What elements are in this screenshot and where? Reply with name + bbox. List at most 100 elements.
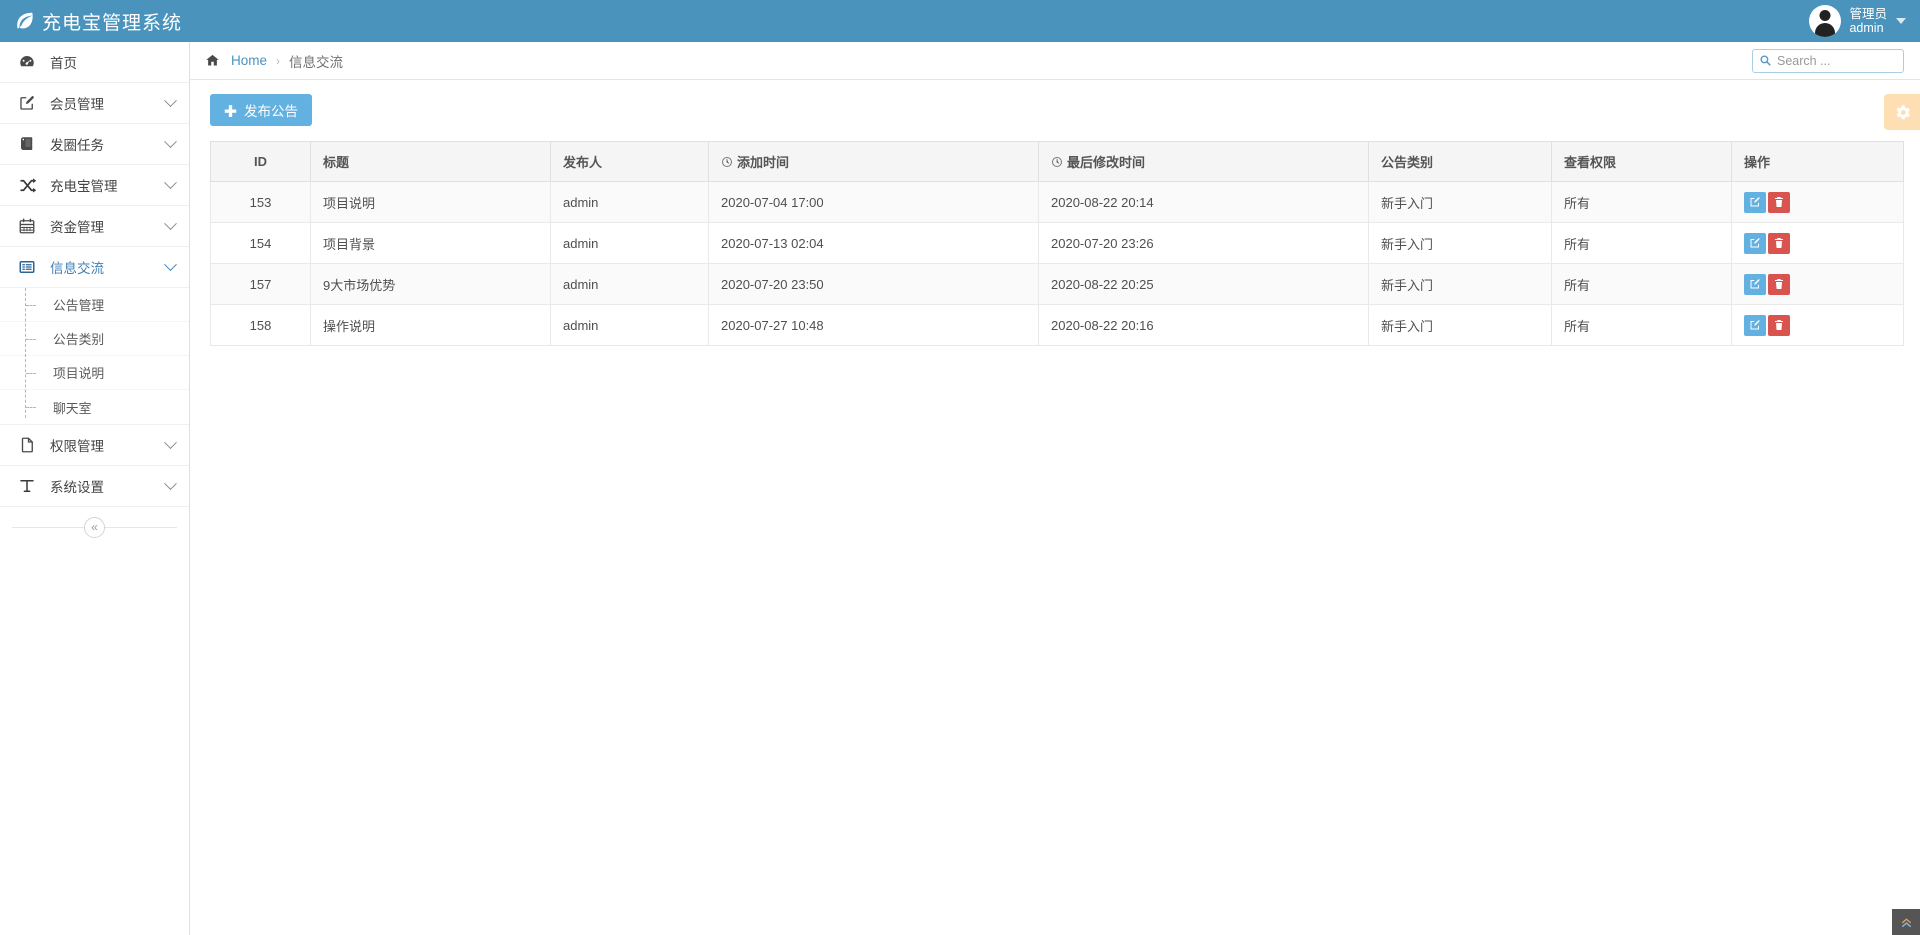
publish-announcement-button[interactable]: ✚ 发布公告 [210,94,312,126]
chevron-down-icon[interactable] [164,94,177,107]
search-input[interactable] [1777,54,1897,68]
delete-row-button[interactable] [1768,274,1790,295]
edit-square-icon [16,93,38,113]
breadcrumb-bar: Home › 信息交流 [190,42,1920,80]
cell-actions [1732,223,1904,264]
main-content: Home › 信息交流 ✚ 发布公告 [190,42,1920,935]
sidebar-subitem-announcement-category[interactable]: 公告类别 [0,322,189,356]
cell-title: 项目背景 [311,223,551,264]
book-icon [16,134,38,154]
cell-category: 新手入门 [1369,305,1552,346]
column-header-label: 添加时间 [737,155,789,170]
trash-icon [1773,196,1785,208]
sidebar-subitem-announcement-management[interactable]: 公告管理 [0,288,189,322]
chevron-down-icon[interactable] [164,436,177,449]
calendar-icon [16,216,38,236]
breadcrumb-current: 信息交流 [289,51,343,71]
trash-icon [1773,278,1785,290]
column-header-category[interactable]: 公告类别 [1369,142,1552,182]
publish-button-label: 发布公告 [244,100,298,120]
chevron-down-icon[interactable] [164,258,177,271]
edit-row-button[interactable] [1744,274,1766,295]
sidebar-item-powerbank-management[interactable]: 充电宝管理 [0,165,189,206]
delete-row-button[interactable] [1768,192,1790,213]
trash-icon [1773,237,1785,249]
user-role: 管理员 [1849,7,1887,21]
chevron-down-icon[interactable] [164,477,177,490]
user-name: admin [1849,21,1887,35]
sidebar-item-fund-management[interactable]: 资金管理 [0,206,189,247]
user-menu[interactable]: 管理员 admin [1799,0,1920,42]
column-header-author[interactable]: 发布人 [551,142,709,182]
header-spacer [190,0,1799,42]
edit-row-button[interactable] [1744,233,1766,254]
chevron-down-icon[interactable] [164,217,177,230]
sidebar-item-label: 信息交流 [50,257,166,277]
content-area: ✚ 发布公告 ID 标题 发布人 [190,80,1920,346]
column-header-added-time[interactable]: 添加时间 [709,142,1039,182]
edit-icon [1749,319,1761,331]
cell-category: 新手入门 [1369,264,1552,305]
edit-icon [1749,278,1761,290]
column-header-modified-time[interactable]: 最后修改时间 [1039,142,1369,182]
table-row[interactable]: 154 项目背景 admin 2020-07-13 02:04 2020-07-… [211,223,1904,264]
table-row[interactable]: 153 项目说明 admin 2020-07-04 17:00 2020-08-… [211,182,1904,223]
column-header-id[interactable]: ID [211,142,311,182]
sidebar-subitem-label: 公告管理 [53,295,104,314]
table-row[interactable]: 158 操作说明 admin 2020-07-27 10:48 2020-08-… [211,305,1904,346]
clock-icon [1051,155,1063,170]
search-icon [1759,54,1772,67]
cell-modified: 2020-07-20 23:26 [1039,223,1369,264]
clock-icon [721,155,733,170]
app-title: 充电宝管理系统 [42,8,182,35]
cell-title: 项目说明 [311,182,551,223]
delete-row-button[interactable] [1768,233,1790,254]
cell-modified: 2020-08-22 20:25 [1039,264,1369,305]
sidebar-item-system-settings[interactable]: 系统设置 [0,466,189,507]
chevron-down-icon[interactable] [164,135,177,148]
sidebar-subitem-chatroom[interactable]: 聊天室 [0,390,189,424]
sidebar-item-member-management[interactable]: 会员管理 [0,83,189,124]
sidebar-subitem-label: 聊天室 [53,398,91,417]
file-icon [16,435,38,455]
sidebar-item-label: 充电宝管理 [50,175,166,195]
edit-row-button[interactable] [1744,315,1766,336]
column-header-actions: 操作 [1732,142,1904,182]
sidebar-item-post-task[interactable]: 发圈任务 [0,124,189,165]
cell-permission: 所有 [1552,223,1732,264]
cell-author: admin [551,182,709,223]
cell-actions [1732,305,1904,346]
cell-category: 新手入门 [1369,223,1552,264]
shuffle-icon [16,175,38,195]
table-head: ID 标题 发布人 添加时间 [211,142,1904,182]
settings-panel-toggle[interactable] [1884,94,1920,130]
chevron-down-icon[interactable] [164,176,177,189]
edit-row-button[interactable] [1744,192,1766,213]
announcements-table-wrap: ID 标题 发布人 添加时间 [210,141,1904,346]
column-header-permission[interactable]: 查看权限 [1552,142,1732,182]
sidebar-item-label: 资金管理 [50,216,166,236]
column-header-label: 最后修改时间 [1067,155,1145,170]
delete-row-button[interactable] [1768,315,1790,336]
table-row[interactable]: 157 9大市场优势 admin 2020-07-20 23:50 2020-0… [211,264,1904,305]
chevron-double-left-icon[interactable]: « [84,517,105,538]
app-brand[interactable]: 充电宝管理系统 [0,0,190,42]
breadcrumb-home[interactable]: Home [231,53,267,68]
cell-added: 2020-07-20 23:50 [709,264,1039,305]
sidebar-item-home[interactable]: 首页 [0,42,189,83]
sidebar-item-information-exchange[interactable]: 信息交流 [0,247,189,288]
cell-id: 157 [211,264,311,305]
sidebar-submenu: 公告管理 公告类别 项目说明 聊天室 [0,288,189,424]
scroll-to-top-button[interactable] [1892,909,1920,935]
cell-author: admin [551,305,709,346]
home-icon [204,53,221,68]
top-header-bar: 充电宝管理系统 管理员 admin [0,0,1920,42]
search-box[interactable] [1752,49,1904,73]
caret-down-icon[interactable] [1896,18,1906,24]
cell-author: admin [551,223,709,264]
sidebar-collapse-row: « [0,507,189,547]
sidebar-subitem-project-description[interactable]: 项目说明 [0,356,189,390]
leaf-icon [14,10,36,32]
column-header-title[interactable]: 标题 [311,142,551,182]
sidebar-item-permission-management[interactable]: 权限管理 [0,425,189,466]
